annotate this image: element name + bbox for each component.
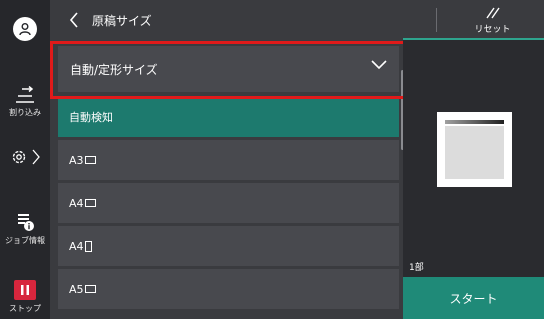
page-title: 原稿サイズ [92, 14, 152, 28]
user-icon [13, 17, 37, 41]
chevron-right-icon [32, 149, 40, 165]
reset-button[interactable]: リセット [441, 0, 544, 40]
stop-label: ストップ [9, 304, 41, 313]
size-mode-dropdown[interactable]: 自動/定形サイズ [58, 46, 399, 92]
chevron-down-icon [371, 60, 387, 70]
preview-panel: 1部 スタート [403, 40, 544, 319]
list-item-a3-landscape[interactable]: A3 [58, 140, 399, 180]
user-button[interactable] [0, 17, 50, 41]
list-item-label: A4 [69, 239, 84, 253]
job-info-icon [18, 214, 34, 231]
dropdown-value: 自動/定形サイズ [70, 62, 158, 77]
list-item-label: A4 [69, 196, 84, 210]
interrupt-label: 割り込み [9, 108, 41, 117]
back-button[interactable] [62, 8, 86, 32]
list-item-label: A5 [69, 282, 84, 296]
landscape-paper-icon [84, 199, 96, 207]
list-item-label: 自動検知 [69, 111, 113, 124]
settings-button[interactable] [0, 148, 50, 166]
gear-icon [12, 150, 26, 164]
header-divider [436, 8, 437, 32]
document-preview [437, 112, 512, 187]
pause-icon [14, 280, 36, 300]
reset-icon [485, 7, 500, 18]
header: 原稿サイズ リセット [50, 0, 544, 40]
list-item-a4-landscape[interactable]: A4 [58, 183, 399, 223]
list-item-a5-landscape[interactable]: A5 [58, 269, 399, 309]
list-item-a4-portrait[interactable]: A4 [58, 226, 399, 266]
portrait-paper-icon [84, 240, 92, 252]
preview-body [445, 126, 504, 179]
size-list: 自動/定形サイズ 自動検知 A3 A4 A4 A5 [58, 46, 399, 319]
reset-label: リセット [474, 24, 511, 35]
start-label: スタート [449, 291, 498, 306]
landscape-paper-icon [84, 156, 96, 164]
chevron-left-icon [69, 12, 78, 28]
interrupt-button[interactable]: 割り込み [0, 86, 50, 118]
interrupt-icon [16, 86, 34, 103]
start-button[interactable]: スタート [403, 277, 544, 319]
stop-button[interactable]: ストップ [0, 280, 50, 314]
list-item-label: A3 [69, 153, 84, 167]
landscape-paper-icon [84, 285, 96, 293]
copy-count: 1部 [409, 263, 424, 273]
list-item-auto-detect[interactable]: 自動検知 [58, 97, 399, 137]
left-sidebar: 割り込み ジョブ情報 ストップ [0, 0, 50, 319]
preview-header-bar [445, 120, 504, 124]
job-status-button[interactable]: ジョブ情報 [0, 212, 50, 246]
job-status-label: ジョブ情報 [5, 236, 45, 245]
